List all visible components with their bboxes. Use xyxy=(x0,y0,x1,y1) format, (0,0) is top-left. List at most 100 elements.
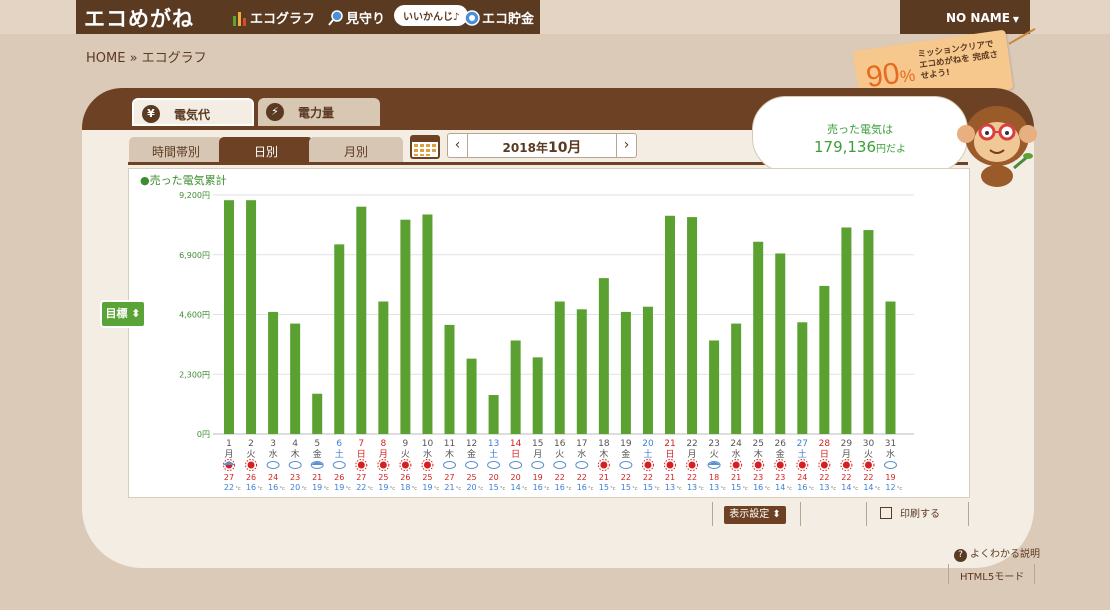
x-tick-weekday: 水 xyxy=(577,448,586,460)
cloud-icon xyxy=(266,461,280,469)
x-tick-weekday: 土 xyxy=(643,448,652,460)
x-tick-weekday: 木 xyxy=(599,448,608,460)
x-tick-weekday: 水 xyxy=(423,448,432,460)
temp-unit: °c xyxy=(787,486,793,492)
chevron-down-icon: ▼ xyxy=(1012,15,1020,24)
sun-icon xyxy=(247,461,255,469)
high-temp: 23 xyxy=(775,473,785,482)
x-tick-weekday: 土 xyxy=(335,448,344,460)
x-tick-weekday: 火 xyxy=(555,449,564,460)
x-tick-weekday: 土 xyxy=(489,448,498,460)
temp-unit: °c xyxy=(390,486,396,492)
chart-bar xyxy=(598,278,609,434)
breadcrumb[interactable]: HOME » エコグラフ xyxy=(86,47,207,66)
sun-icon xyxy=(820,461,828,469)
low-temp: 12 xyxy=(885,483,895,492)
app-logo[interactable]: エコめがね xyxy=(84,3,194,33)
nav-eco-graph-label: エコグラフ xyxy=(250,12,316,27)
low-temp: 15 xyxy=(731,483,741,492)
temp-unit: °c xyxy=(632,486,638,492)
sun-icon xyxy=(357,461,365,469)
sun-icon xyxy=(776,461,784,469)
x-tick-day: 11 xyxy=(444,439,455,449)
y-tick-label: 4,600円 xyxy=(179,311,210,320)
low-temp: 14 xyxy=(775,483,785,492)
chart-bar xyxy=(488,395,499,434)
sun-icon xyxy=(401,461,409,469)
chart-bar xyxy=(312,393,323,434)
temp-unit: °c xyxy=(698,486,704,492)
tab-electricity-cost[interactable]: ¥ 電気代 xyxy=(132,98,254,126)
nav-watch-label: 見守り xyxy=(346,12,386,27)
subtab-daily[interactable]: 日別 xyxy=(219,137,313,163)
x-tick-weekday: 金 xyxy=(776,448,785,460)
chart-bar xyxy=(775,253,786,434)
mission-text: ミッションクリアで エコめがねを 完成させよう! xyxy=(917,39,999,82)
x-tick-day: 8 xyxy=(380,439,386,449)
x-tick-day: 24 xyxy=(730,439,742,449)
high-temp: 23 xyxy=(290,473,300,482)
yen-icon: ¥ xyxy=(142,105,160,123)
temp-unit: °c xyxy=(235,486,241,492)
sold-label: 売った電気は xyxy=(827,123,893,136)
nav-watch[interactable]: 見守り xyxy=(328,8,385,27)
chart-bar xyxy=(885,301,896,434)
sun-icon xyxy=(666,461,674,469)
chart-bar xyxy=(334,244,345,434)
x-tick-weekday: 火 xyxy=(247,449,256,460)
nav-eco-savings[interactable]: エコ貯金 xyxy=(464,8,534,27)
x-tick-day: 3 xyxy=(270,439,276,449)
html5-mode-link[interactable]: HTML5モード xyxy=(960,568,1024,583)
date-month: 10月 xyxy=(547,140,582,156)
low-temp: 15 xyxy=(621,483,631,492)
nav-eco-graph[interactable]: エコグラフ xyxy=(232,8,315,27)
chart-bar xyxy=(620,311,631,434)
next-month-button[interactable]: › xyxy=(616,134,636,157)
low-temp: 13 xyxy=(665,483,675,492)
separator xyxy=(948,564,949,584)
subtab-monthly[interactable]: 月別 xyxy=(309,137,403,163)
chart-bar xyxy=(554,301,565,434)
temp-unit: °c xyxy=(324,486,330,492)
x-tick-day: 26 xyxy=(775,439,787,449)
low-temp: 14 xyxy=(863,483,873,492)
prev-month-button[interactable]: ‹ xyxy=(448,134,468,157)
print-button[interactable]: 印刷する xyxy=(880,505,940,520)
subtab-hourly[interactable]: 時間帯別 xyxy=(129,137,223,163)
high-temp: 22 xyxy=(687,473,697,482)
cloud-icon xyxy=(884,461,897,469)
temp-unit: °c xyxy=(346,486,352,492)
x-tick-weekday: 月 xyxy=(533,449,542,460)
sun-icon xyxy=(688,461,696,469)
help-link[interactable]: ? よくわかる説明 xyxy=(954,545,1040,562)
x-tick-day: 16 xyxy=(554,439,566,449)
low-temp: 16 xyxy=(533,483,543,492)
bar-chart: 0円2,300円4,600円6,900円9,200円1月2722 °c2火2616… xyxy=(179,191,914,492)
target-button[interactable]: 目標 ⬍ xyxy=(100,300,146,328)
sold-value: 179,136円だよ xyxy=(753,138,967,156)
temp-unit: °c xyxy=(809,486,815,492)
x-tick-day: 17 xyxy=(576,439,587,449)
cloud-icon xyxy=(553,461,567,469)
high-temp: 22 xyxy=(841,473,851,482)
high-temp: 23 xyxy=(753,473,763,482)
calendar-icon[interactable] xyxy=(410,133,440,159)
chart-bar xyxy=(665,215,675,434)
temp-unit: °c xyxy=(654,486,660,492)
low-temp: 16 xyxy=(555,483,565,492)
temp-unit: °c xyxy=(610,486,616,492)
chart-bar xyxy=(532,357,543,434)
sun-icon xyxy=(732,461,740,469)
cloud-icon xyxy=(531,461,545,469)
user-menu[interactable]: NO NAME ▼ xyxy=(946,11,1019,25)
temp-unit: °c xyxy=(412,486,418,492)
x-tick-day: 12 xyxy=(466,439,477,449)
chart-bar xyxy=(642,306,653,434)
cloud-icon xyxy=(487,461,501,469)
display-settings-button[interactable]: 表示設定 ⬍ xyxy=(724,506,786,524)
chart-bar xyxy=(863,230,874,434)
tab-electricity-cost-label: 電気代 xyxy=(174,108,211,122)
temp-unit: °c xyxy=(368,486,374,492)
x-tick-day: 23 xyxy=(708,439,719,449)
tab-electricity-amount[interactable]: ⚡ 電力量 xyxy=(258,98,380,126)
